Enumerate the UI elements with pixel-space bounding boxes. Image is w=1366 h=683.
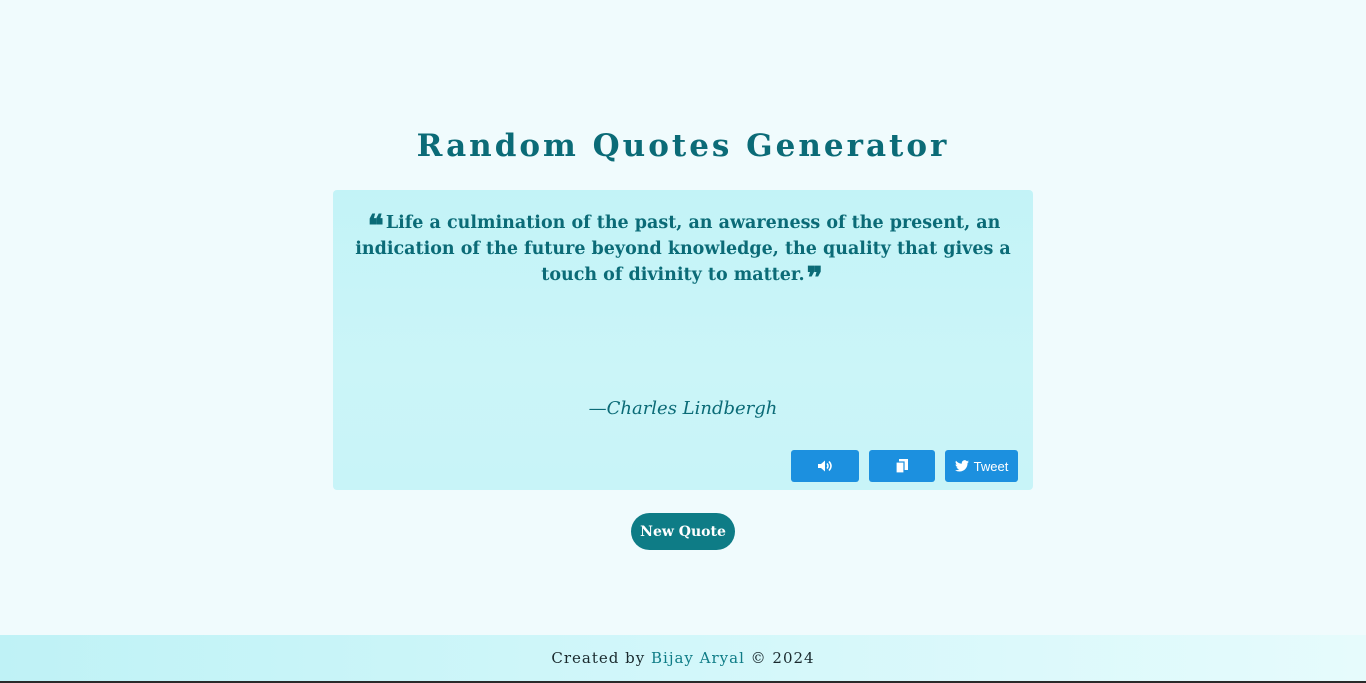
quote-card: ❝ Life a culmination of the past, an awar… <box>333 190 1033 490</box>
open-quote-icon: ❝ <box>367 209 384 244</box>
footer-prefix: Created by <box>551 649 646 667</box>
new-quote-button[interactable]: New Quote <box>631 513 735 550</box>
speaker-icon <box>817 460 832 472</box>
twitter-icon <box>954 460 969 472</box>
tweet-button[interactable]: Tweet <box>945 450 1018 482</box>
page-title: Random Quotes Generator <box>416 128 950 164</box>
quote-actions: Tweet <box>791 450 1018 482</box>
copy-icon <box>896 459 908 473</box>
speak-button[interactable] <box>791 450 859 482</box>
quote-author: —Charles Lindbergh <box>588 398 778 419</box>
close-quote-icon: ❞ <box>806 261 823 296</box>
quote-block: ❝ Life a culmination of the past, an awar… <box>355 209 1011 294</box>
tweet-label: Tweet <box>973 458 1009 474</box>
page: Random Quotes Generator ❝ Life a culminat… <box>0 0 1366 683</box>
footer: Created by Bijay Aryal © 2024 <box>0 635 1366 683</box>
quote-text: Life a culmination of the past, an aware… <box>355 213 1011 285</box>
author-link[interactable]: Bijay Aryal <box>651 649 745 667</box>
copy-button[interactable] <box>869 450 935 482</box>
footer-copyright: © 2024 <box>750 649 815 667</box>
